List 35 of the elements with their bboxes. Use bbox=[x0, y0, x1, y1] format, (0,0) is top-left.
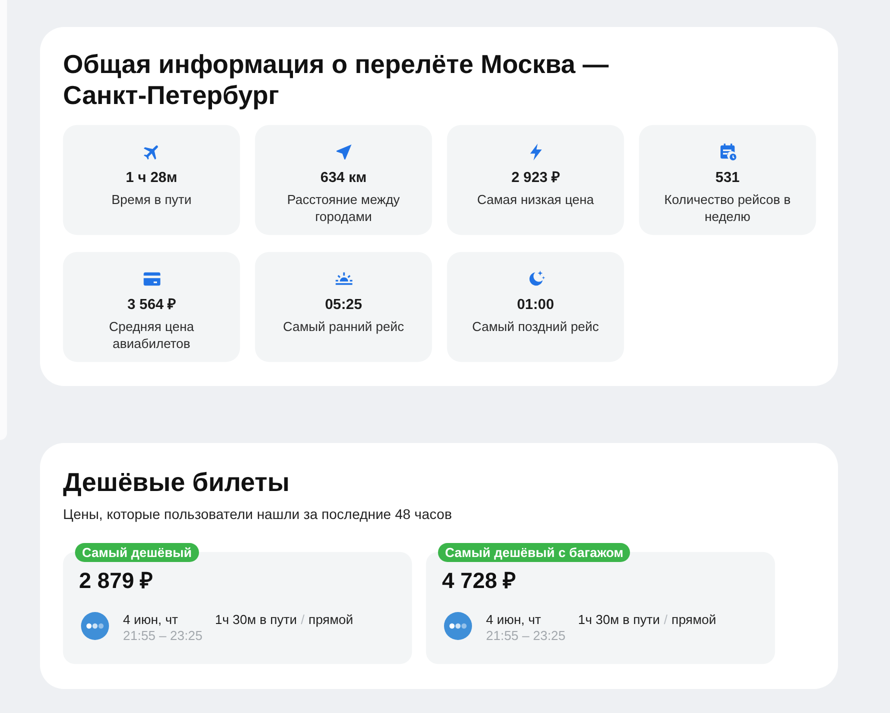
flight-stops: прямой bbox=[308, 612, 354, 628]
stat-label: Расстояние между городами bbox=[286, 191, 401, 225]
flight-duration: 1ч 30м в пути bbox=[215, 612, 297, 628]
stat-value: 531 bbox=[715, 169, 740, 187]
overview-title: Общая информация о перелёте Москва — Санкт-Петербург bbox=[63, 49, 610, 111]
stat-value: 01:00 bbox=[516, 296, 554, 314]
stat-value: 634 км bbox=[320, 169, 367, 187]
cheap-tickets-subtitle: Цены, которые пользователи нашли за последние 48 часов bbox=[63, 506, 453, 523]
ticket-badge: Самый дешёвый с багажом bbox=[438, 543, 630, 562]
stat-value: 1 ч 28м bbox=[126, 169, 178, 187]
stat-value: 05:25 bbox=[324, 296, 362, 314]
airline-logo-icon bbox=[81, 612, 109, 640]
ticket-price: 4 728 ₽ bbox=[442, 568, 516, 594]
ticket-price: 2 879 ₽ bbox=[79, 568, 154, 594]
cheap-tickets-title: Дешёвые билеты bbox=[63, 467, 291, 498]
stat-label: Количество рейсов в неделю bbox=[663, 191, 792, 225]
flight-times: 21:55 – 23:25 bbox=[486, 628, 566, 644]
flight-times: 21:55 – 23:25 bbox=[123, 628, 203, 644]
flight-duration: 1ч 30м в пути bbox=[578, 612, 660, 628]
stat-label: Самый поздний рейс bbox=[472, 318, 599, 335]
stat-value: 3 564 ₽ bbox=[127, 296, 176, 314]
stat-label: Самый ранний рейс bbox=[282, 318, 404, 335]
ticket-badge: Самый дешёвый bbox=[75, 543, 199, 562]
airline-logo-icon bbox=[444, 612, 472, 640]
flight-date: 4 июн, чт bbox=[486, 612, 541, 628]
flight-date: 4 июн, чт bbox=[123, 612, 178, 628]
stat-value: 2 923 ₽ bbox=[511, 169, 560, 187]
stat-label: Время в пути bbox=[112, 191, 192, 208]
stat-label: Средняя цена авиабилетов bbox=[108, 318, 195, 352]
separator-text: / bbox=[300, 612, 305, 628]
flight-stops: прямой bbox=[672, 612, 716, 628]
calendar-clock-icon bbox=[718, 142, 738, 162]
separator-text: / bbox=[664, 612, 668, 628]
stat-label: Самая низкая цена bbox=[477, 191, 594, 208]
navigation-arrow-icon bbox=[334, 142, 354, 162]
